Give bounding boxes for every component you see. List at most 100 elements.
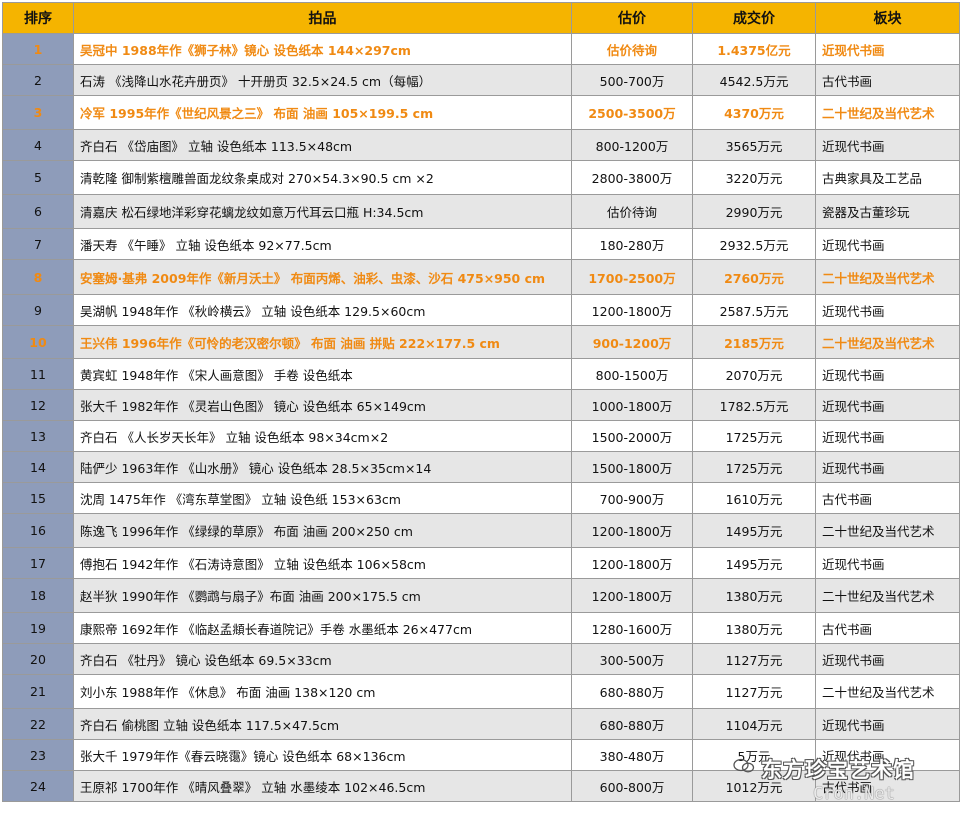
price-cell: 2587.5万元	[692, 294, 816, 326]
category-cell: 瓷器及古董珍玩	[815, 194, 960, 229]
rank-cell: 23	[2, 739, 74, 771]
category-cell: 古代书画	[815, 770, 960, 802]
price-cell: 2932.5万元	[692, 228, 816, 260]
table-row: 17 傅抱石 1942年作 《石涛诗意图》 立轴 设色纸本 106×58cm 120…	[2, 547, 960, 579]
rank-cell: 14	[2, 451, 74, 483]
estimate-cell: 1500-1800万	[571, 451, 693, 483]
category-cell: 二十世纪及当代艺术	[815, 259, 960, 295]
item-cell: 吴冠中 1988年作《狮子林》镜心 设色纸本 144×297cm	[73, 33, 572, 65]
estimate-cell: 1200-1800万	[571, 578, 693, 613]
table-row: 8 安塞姆·基弗 2009年作《新月沃土》 布面丙烯、油彩、虫漆、沙石 475×9…	[2, 259, 960, 295]
table-row: 11 黄宾虹 1948年作 《宋人画意图》 手卷 设色纸本 800-1500万 207…	[2, 358, 960, 390]
item-cell: 陈逸飞 1996年作 《绿绿的草原》 布面 油画 200×250 cm	[73, 513, 572, 548]
price-cell: 1495万元	[692, 513, 816, 548]
table-row: 1 吴冠中 1988年作《狮子林》镜心 设色纸本 144×297cm 估价待询 1.4…	[2, 33, 960, 65]
table-row: 10 王兴伟 1996年作《可怜的老汉密尔顿》 布面 油画 拼贴 222×177.…	[2, 325, 960, 359]
table-row: 14 陆俨少 1963年作 《山水册》 镜心 设色纸本 28.5×35cm×14 1…	[2, 451, 960, 483]
category-cell: 近现代书画	[815, 389, 960, 421]
price-cell: 1380万元	[692, 612, 816, 644]
estimate-cell: 680-880万	[571, 674, 693, 709]
estimate-cell: 估价待询	[571, 194, 693, 229]
category-cell: 古典家具及工艺品	[815, 160, 960, 195]
item-cell: 傅抱石 1942年作 《石涛诗意图》 立轴 设色纸本 106×58cm	[73, 547, 572, 579]
price-cell: 2070万元	[692, 358, 816, 390]
price-cell: 2185万元	[692, 325, 816, 359]
table-row: 5 清乾隆 御制紫檀雕兽面龙纹条桌成对 270×54.3×90.5 cm ×2 28…	[2, 160, 960, 195]
estimate-cell: 2800-3800万	[571, 160, 693, 195]
estimate-cell: 300-500万	[571, 643, 693, 675]
price-cell: 1104万元	[692, 708, 816, 740]
price-cell: 4370万元	[692, 95, 816, 130]
estimate-cell: 1500-2000万	[571, 420, 693, 452]
estimate-cell: 2500-3500万	[571, 95, 693, 130]
item-cell: 赵半狄 1990年作 《鹦鹉与扇子》布面 油画 200×175.5 cm	[73, 578, 572, 613]
price-cell: 1127万元	[692, 674, 816, 709]
estimate-cell: 1200-1800万	[571, 513, 693, 548]
item-cell: 清嘉庆 松石绿地洋彩穿花螭龙纹如意万代耳云口瓶 H:34.5cm	[73, 194, 572, 229]
header-price: 成交价	[692, 2, 816, 34]
rank-cell: 22	[2, 708, 74, 740]
category-cell: 近现代书画	[815, 643, 960, 675]
header-rank: 排序	[2, 2, 74, 34]
item-cell: 刘小东 1988年作 《休息》 布面 油画 138×120 cm	[73, 674, 572, 709]
category-cell: 二十世纪及当代艺术	[815, 325, 960, 359]
rank-cell: 24	[2, 770, 74, 802]
item-cell: 冷军 1995年作《世纪风景之三》 布面 油画 105×199.5 cm	[73, 95, 572, 130]
category-cell: 二十世纪及当代艺术	[815, 578, 960, 613]
item-cell: 吴湖帆 1948年作 《秋岭横云》 立轴 设色纸本 129.5×60cm	[73, 294, 572, 326]
rank-cell: 7	[2, 228, 74, 260]
rank-cell: 8	[2, 259, 74, 295]
category-cell: 二十世纪及当代艺术	[815, 513, 960, 548]
estimate-cell: 380-480万	[571, 739, 693, 771]
rank-cell: 17	[2, 547, 74, 579]
item-cell: 陆俨少 1963年作 《山水册》 镜心 设色纸本 28.5×35cm×14	[73, 451, 572, 483]
estimate-cell: 900-1200万	[571, 325, 693, 359]
estimate-cell: 700-900万	[571, 482, 693, 514]
table-row: 20 齐白石 《牡丹》 镜心 设色纸本 69.5×33cm 300-500万 1127…	[2, 643, 960, 675]
category-cell: 近现代书画	[815, 294, 960, 326]
item-cell: 齐白石 《岱庙图》 立轴 设色纸本 113.5×48cm	[73, 129, 572, 161]
price-cell: 5万元	[692, 739, 816, 771]
estimate-cell: 估价待询	[571, 33, 693, 65]
table-row: 6 清嘉庆 松石绿地洋彩穿花螭龙纹如意万代耳云口瓶 H:34.5cm 估价待询 299…	[2, 194, 960, 229]
price-cell: 1610万元	[692, 482, 816, 514]
price-cell: 4542.5万元	[692, 64, 816, 96]
rank-cell: 5	[2, 160, 74, 195]
rank-cell: 3	[2, 95, 74, 130]
price-cell: 1380万元	[692, 578, 816, 613]
rank-cell: 9	[2, 294, 74, 326]
price-cell: 1725万元	[692, 420, 816, 452]
rank-cell: 4	[2, 129, 74, 161]
estimate-cell: 1200-1800万	[571, 547, 693, 579]
estimate-cell: 1280-1600万	[571, 612, 693, 644]
table-row: 23 张大千 1979年作《春云晓霭》镜心 设色纸本 68×136cm 380-48…	[2, 739, 960, 771]
item-cell: 康熙帝 1692年作 《临赵孟頫长春道院记》手卷 水墨纸本 26×477cm	[73, 612, 572, 644]
table-row: 13 齐白石 《人长岁天长年》 立轴 设色纸本 98×34cm×2 1500-200…	[2, 420, 960, 452]
category-cell: 近现代书画	[815, 228, 960, 260]
table-row: 7 潘天寿 《午睡》 立轴 设色纸本 92×77.5cm 180-280万 2932.…	[2, 228, 960, 260]
estimate-cell: 500-700万	[571, 64, 693, 96]
rank-cell: 12	[2, 389, 74, 421]
estimate-cell: 800-1200万	[571, 129, 693, 161]
item-cell: 王兴伟 1996年作《可怜的老汉密尔顿》 布面 油画 拼贴 222×177.5 …	[73, 325, 572, 359]
rank-cell: 19	[2, 612, 74, 644]
rank-cell: 18	[2, 578, 74, 613]
price-cell: 3220万元	[692, 160, 816, 195]
category-cell: 二十世纪及当代艺术	[815, 95, 960, 130]
auction-results-table: 排序 拍品 估价 成交价 板块 1 吴冠中 1988年作《狮子林》镜心 设色纸本 …	[2, 2, 960, 802]
price-cell: 1012万元	[692, 770, 816, 802]
estimate-cell: 1200-1800万	[571, 294, 693, 326]
category-cell: 近现代书画	[815, 33, 960, 65]
category-cell: 近现代书画	[815, 739, 960, 771]
item-cell: 清乾隆 御制紫檀雕兽面龙纹条桌成对 270×54.3×90.5 cm ×2	[73, 160, 572, 195]
price-cell: 2990万元	[692, 194, 816, 229]
price-cell: 1127万元	[692, 643, 816, 675]
rank-cell: 11	[2, 358, 74, 390]
price-cell: 3565万元	[692, 129, 816, 161]
estimate-cell: 600-800万	[571, 770, 693, 802]
table-row: 16 陈逸飞 1996年作 《绿绿的草原》 布面 油画 200×250 cm 120…	[2, 513, 960, 548]
estimate-cell: 180-280万	[571, 228, 693, 260]
table-row: 22 齐白石 偷桃图 立轴 设色纸本 117.5×47.5cm 680-880万 11…	[2, 708, 960, 740]
estimate-cell: 680-880万	[571, 708, 693, 740]
category-cell: 古代书画	[815, 482, 960, 514]
